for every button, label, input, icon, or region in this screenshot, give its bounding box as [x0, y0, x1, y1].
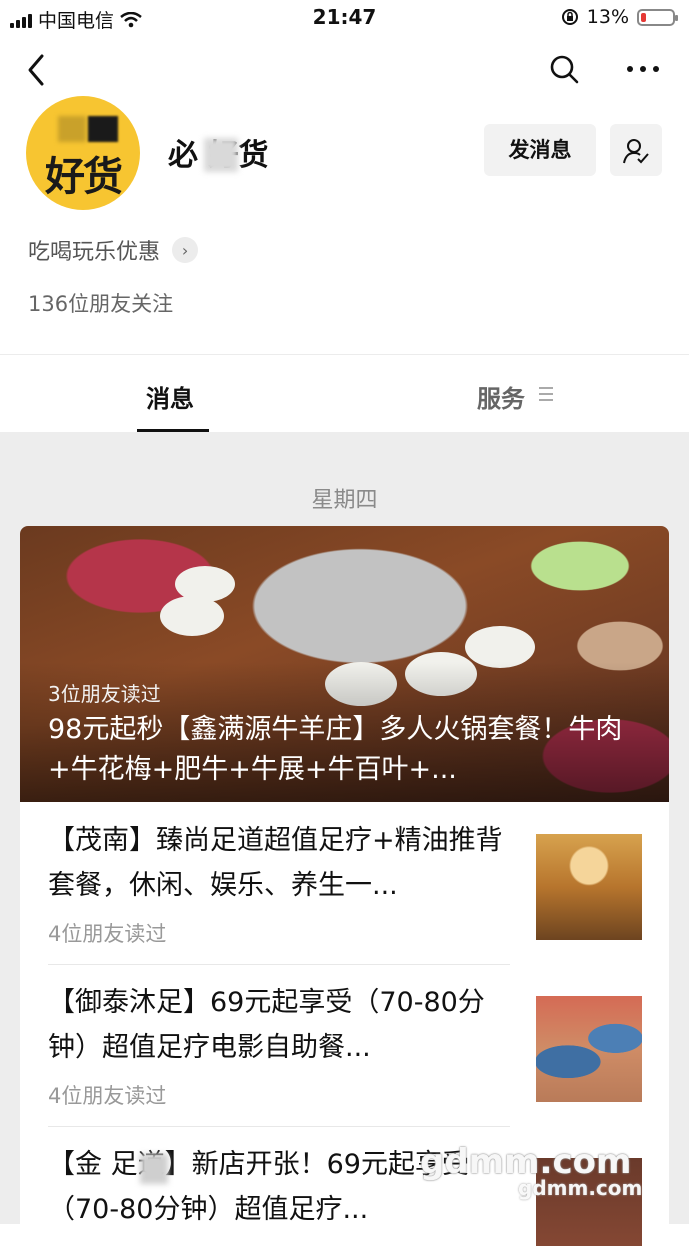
tab-messages[interactable]: 消息 [146, 379, 194, 414]
article-read-count: 4位朋友读过 [48, 922, 167, 946]
send-message-button[interactable]: 发消息 [484, 124, 596, 176]
name-redaction [204, 138, 238, 172]
battery-icon [637, 8, 678, 26]
user-check-icon [623, 139, 649, 164]
featured-article[interactable]: 3位朋友读过 98元起秒【鑫满源牛羊庄】多人火锅套餐！牛肉+牛花梅+肥牛+牛展+… [20, 526, 669, 802]
followers-count: 136位朋友关注 [28, 292, 174, 316]
status-right: 13% [561, 6, 678, 28]
account-avatar[interactable]: 好货 [26, 96, 140, 210]
tab-services[interactable]: 服务 [477, 379, 525, 414]
menu-icon [539, 387, 553, 405]
article-title: 【茂南】臻尚足道超值足疗+精油推背套餐，休闲、娱乐、养生一... [48, 825, 503, 901]
article-read-count: 4位朋友读过 [48, 1084, 167, 1108]
article-title: 【御泰沐足】69元起享受（70-80分钟）超值足疗电影自助餐... [48, 987, 485, 1063]
divider [48, 964, 510, 965]
account-description[interactable]: 吃喝玩乐优惠 › [28, 234, 199, 266]
article-thumbnail [536, 834, 642, 940]
orientation-lock-icon [561, 9, 578, 25]
article-card: 3位朋友读过 98元起秒【鑫满源牛羊庄】多人火锅套餐！牛肉+牛花梅+肥牛+牛展+… [20, 526, 669, 1246]
divider [48, 1126, 510, 1127]
back-arrow-icon[interactable] [22, 50, 52, 90]
more-options-icon[interactable] [627, 66, 659, 72]
description-text: 吃喝玩乐优惠 [28, 240, 161, 265]
avatar-blur [88, 116, 118, 142]
search-icon[interactable] [549, 54, 579, 84]
bowl-image [160, 596, 224, 636]
date-label: 星期四 [311, 488, 378, 513]
featured-title: 98元起秒【鑫满源牛羊庄】多人火锅套餐！牛肉+牛花梅+肥牛+牛展+牛百叶+... [48, 714, 623, 785]
profile-settings-button[interactable] [610, 124, 662, 176]
chevron-right-icon: › [172, 237, 199, 263]
watermark-small: gdmm.com [518, 1176, 643, 1200]
avatar-text: 好货 [45, 154, 123, 200]
tab-bar: 消息 服务 [0, 354, 689, 433]
featured-read-count: 3位朋友读过 [48, 682, 161, 706]
avatar-blur [58, 116, 86, 142]
nav-bar [0, 40, 689, 100]
battery-percent: 13% [586, 6, 629, 28]
article-thumbnail [536, 996, 642, 1102]
title-redaction [140, 1154, 168, 1184]
status-bar: 中国电信 21:47 13% [0, 0, 689, 36]
message-feed: 星期四 3位朋友读过 98元起秒【鑫满源牛羊庄】多人火锅套餐！牛肉+牛花梅+肥牛… [0, 432, 689, 1246]
